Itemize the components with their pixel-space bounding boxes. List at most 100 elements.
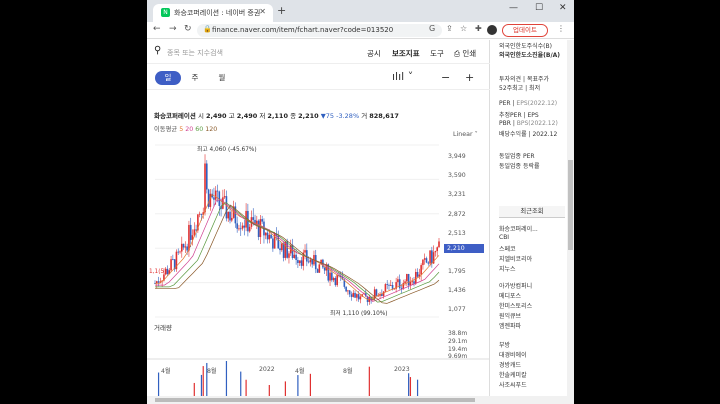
candle-body: [261, 219, 263, 222]
price-tick: 3,949: [448, 153, 466, 160]
price-tick: 2,513: [448, 230, 466, 237]
recent-item[interactable]: 한솔케미칼: [499, 370, 527, 379]
candle-body: [209, 193, 212, 207]
recent-item[interactable]: 메디포스: [499, 291, 521, 300]
candle-body: [286, 241, 288, 258]
price-chart[interactable]: [147, 137, 490, 404]
close-label: 종: [290, 112, 297, 120]
volume-tick: 38.8m: [448, 330, 468, 337]
period-day[interactable]: 일: [155, 71, 181, 85]
menu-print[interactable]: ⎙ 인쇄: [454, 48, 476, 59]
menu-indicators[interactable]: 보조지표: [392, 48, 420, 59]
price-tick: 2,872: [448, 211, 466, 218]
more-menu-icon[interactable]: ⋮: [557, 24, 565, 33]
open-label: 시: [197, 112, 204, 120]
menu-tools[interactable]: 도구: [430, 48, 444, 59]
left-annotation: 1,1(5): [149, 269, 167, 275]
recent-item[interactable]: 엠젠파파: [499, 321, 521, 330]
url-text[interactable]: finance.naver.com/item/fchart.naver?code…: [212, 26, 393, 34]
recent-item[interactable]: 사조씨푸드: [499, 380, 527, 389]
candle-body: [404, 281, 406, 284]
scrollbar-thumb[interactable]: [568, 160, 573, 250]
candle-body: [359, 296, 362, 300]
recent-item[interactable]: 원익큐브: [499, 311, 521, 320]
candle-body: [204, 163, 206, 213]
forward-icon[interactable]: →: [169, 24, 177, 34]
candle-body: [225, 196, 228, 219]
candle-body: [431, 250, 433, 264]
foreign-limit-shares: 외국인한도주식수(B): [499, 43, 552, 50]
recent-item[interactable]: 지누스: [499, 264, 516, 273]
x-tick: 8월: [343, 368, 353, 375]
profile-avatar[interactable]: [487, 25, 497, 35]
x-tick: 4월: [295, 368, 305, 375]
period-month[interactable]: 월: [209, 71, 235, 85]
back-icon[interactable]: ←: [153, 24, 161, 34]
candle-body: [179, 251, 181, 253]
candle-body: [420, 265, 422, 275]
close-window-icon[interactable]: ✕: [559, 3, 567, 13]
stock-summary: 화승코퍼레이션 시 2,490 고 2,490 저 2,110 종 2,210 …: [154, 110, 399, 120]
candle-body: [434, 251, 437, 253]
recent-item[interactable]: 경방캐드: [499, 360, 521, 369]
update-button[interactable]: 업데이트: [502, 24, 548, 37]
candle-body: [400, 288, 403, 289]
period-week[interactable]: 주: [182, 71, 208, 85]
address-bar[interactable]: 🔒 finance.naver.com/item/fchart.naver?co…: [197, 24, 442, 37]
x-tick: 2023: [394, 366, 410, 373]
candle-body: [248, 226, 251, 232]
new-tab-icon[interactable]: +: [277, 4, 286, 17]
x-tick: 4월: [161, 368, 171, 375]
reload-icon[interactable]: ↻: [184, 24, 192, 34]
browser-tab[interactable]: N 화승코퍼레이션 : 네이버 증권 ✕: [153, 4, 273, 22]
google-icon[interactable]: G: [429, 24, 435, 33]
candle-body: [266, 232, 269, 240]
recent-item[interactable]: 화승코퍼레이...: [499, 224, 538, 233]
recent-item[interactable]: 한미스토리스: [499, 301, 532, 310]
candle-body: [182, 243, 185, 248]
recent-views-header[interactable]: 최근조회: [499, 206, 565, 218]
recent-item[interactable]: 스페코: [499, 244, 516, 253]
stock-search-input[interactable]: 종목 또는 지수검색: [167, 48, 223, 58]
candle-body: [389, 284, 392, 286]
bookmark-star-icon[interactable]: ☆: [460, 24, 467, 33]
zoom-out-icon[interactable]: −: [441, 71, 450, 84]
change-pct: -3.28%: [336, 112, 360, 120]
candle-body: [293, 254, 296, 258]
candle-body: [186, 246, 188, 251]
candle-body: [205, 163, 208, 190]
candle-body: [166, 268, 169, 275]
vertical-scrollbar[interactable]: [567, 40, 574, 396]
candle-body: [259, 219, 262, 237]
candle-body: [198, 213, 201, 215]
candle-body: [345, 286, 347, 292]
zoom-in-icon[interactable]: +: [465, 71, 474, 84]
candle-body: [281, 243, 283, 251]
menu-disclosure[interactable]: 공시: [367, 48, 381, 59]
recent-item[interactable]: 대경비에이: [499, 350, 527, 359]
recent-item[interactable]: 아가방컴퍼니: [499, 281, 532, 290]
search-icon[interactable]: ⚲: [154, 45, 161, 56]
volume-tick: 9.69m: [448, 353, 468, 360]
candle-type-icon[interactable]: ılıl ˅: [392, 70, 413, 83]
candle-body: [398, 279, 401, 289]
candle-body: [411, 281, 414, 283]
recent-item[interactable]: 지엘비코리아: [499, 254, 532, 263]
candle-body: [357, 294, 360, 300]
minimize-icon[interactable]: —: [509, 3, 518, 13]
candle-body: [323, 267, 326, 271]
candle-body: [231, 217, 233, 221]
recent-item[interactable]: 부방: [499, 340, 510, 349]
share-icon[interactable]: ⇪: [446, 24, 453, 33]
candle-body: [423, 258, 426, 260]
close-tab-icon[interactable]: ✕: [259, 7, 266, 16]
horizontal-scrollbar[interactable]: [147, 396, 574, 404]
candle-body: [356, 294, 358, 298]
recent-item[interactable]: CBI: [499, 234, 509, 241]
industry-change: 동일업종 등락률: [499, 163, 540, 170]
candle-body: [272, 238, 274, 249]
maximize-icon[interactable]: ☐: [535, 3, 543, 13]
horizontal-scrollbar-thumb[interactable]: [155, 398, 475, 402]
extensions-icon[interactable]: ✚: [475, 24, 482, 33]
candle-body: [391, 284, 394, 289]
